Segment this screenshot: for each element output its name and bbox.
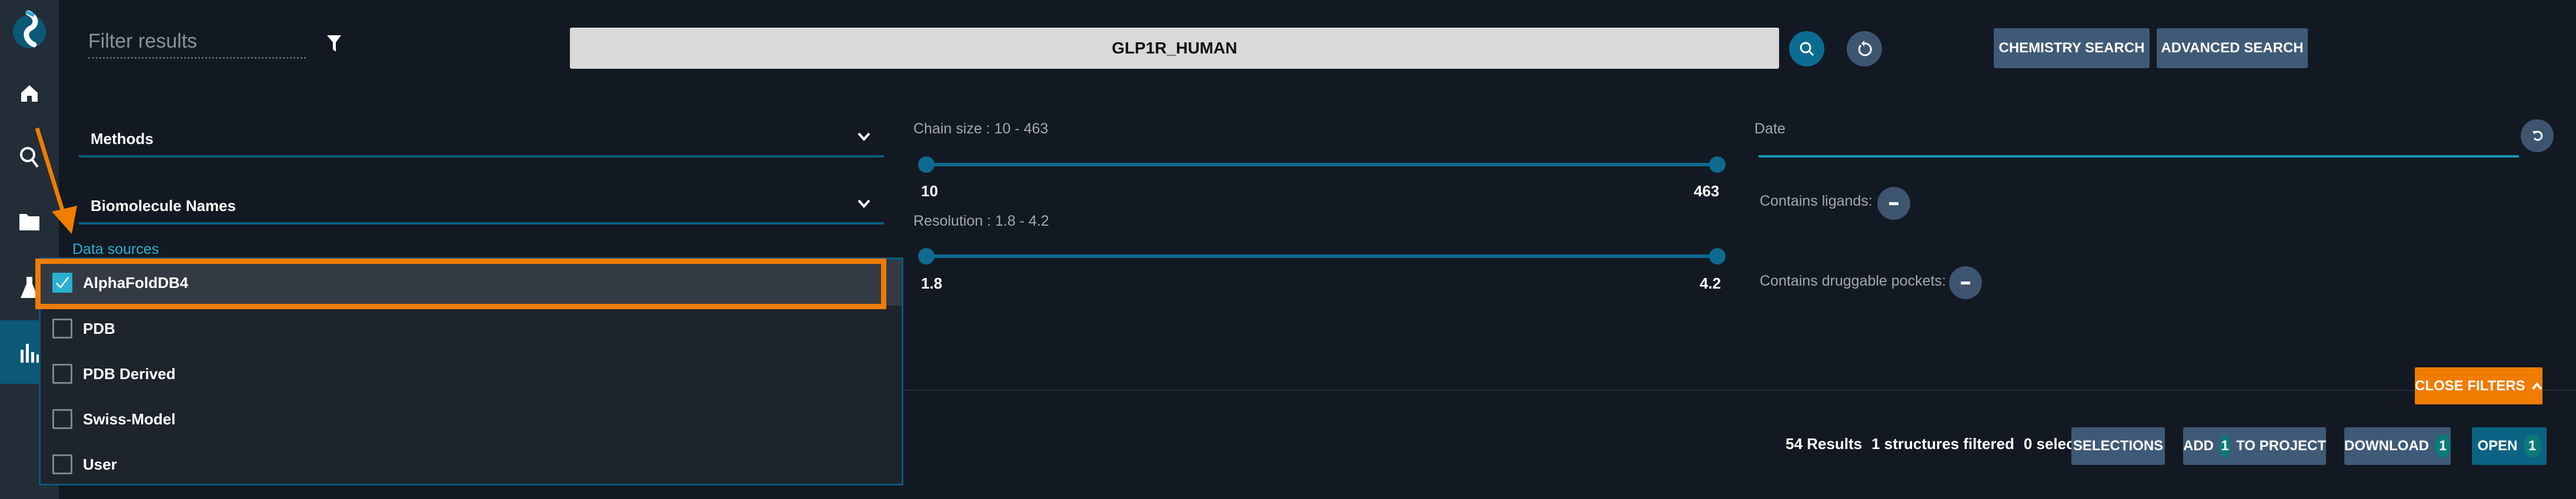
annotation-arrow-icon xyxy=(35,127,77,234)
minus-icon xyxy=(1961,281,1970,284)
data-source-option-swiss-model[interactable]: Swiss-Model xyxy=(41,396,902,442)
close-filters-label: CLOSE FILTERS xyxy=(2415,377,2525,394)
chevron-up-icon xyxy=(2531,381,2542,390)
checkbox[interactable] xyxy=(52,319,72,339)
close-filters-button[interactable]: CLOSE FILTERS xyxy=(2415,367,2542,404)
download-button[interactable]: DOWNLOAD 1 xyxy=(2344,427,2451,465)
filtered-count: 1 structures filtered xyxy=(1871,435,2014,453)
methods-select[interactable]: Methods xyxy=(79,122,884,158)
contains-pockets-label: Contains druggable pockets: xyxy=(1760,273,1946,289)
app-logo[interactable] xyxy=(11,8,48,51)
resolution-max-handle[interactable] xyxy=(1709,248,1726,264)
open-button[interactable]: OPEN 1 xyxy=(2472,427,2547,465)
resolution-max: 4.2 xyxy=(1700,274,1721,292)
option-label: PDB xyxy=(83,319,115,337)
chain-size-slider[interactable] xyxy=(918,156,1726,173)
checkbox[interactable] xyxy=(52,454,72,474)
resolution-label: Resolution : 1.8 - 4.2 xyxy=(913,213,1049,229)
resolution-slider[interactable] xyxy=(918,248,1726,264)
divider xyxy=(903,390,2576,391)
resolution-min-handle[interactable] xyxy=(918,248,935,264)
chemistry-search-button[interactable]: CHEMISTRY SEARCH xyxy=(1994,28,2150,68)
chain-size-min-handle[interactable] xyxy=(918,156,935,173)
resolution-min: 1.8 xyxy=(921,274,943,292)
contains-pockets-toggle[interactable] xyxy=(1949,266,1982,299)
data-source-option-user[interactable]: User xyxy=(41,441,902,487)
data-source-option-pdb-derived[interactable]: PDB Derived xyxy=(41,351,902,397)
home-icon xyxy=(21,85,38,102)
add-to-project-button[interactable]: ADD 1 TO PROJECT xyxy=(2183,427,2326,465)
open-count-badge: 1 xyxy=(2523,434,2541,458)
contains-ligands-toggle[interactable] xyxy=(1877,187,1910,220)
chain-size-label: Chain size : 10 - 463 xyxy=(913,120,1049,137)
add-label: ADD xyxy=(2183,438,2214,454)
selections-button[interactable]: SELECTIONS xyxy=(2071,427,2165,465)
chain-size-min: 10 xyxy=(921,182,938,200)
download-count-badge: 1 xyxy=(2434,434,2451,458)
date-input-underline[interactable] xyxy=(1759,155,2519,158)
date-label: Date xyxy=(1754,120,1786,137)
data-source-option-pdb[interactable]: PDB xyxy=(41,306,902,351)
checkbox[interactable] xyxy=(52,364,72,384)
reset-icon xyxy=(2532,130,2543,141)
search-icon xyxy=(1800,42,1814,56)
advanced-search-button[interactable]: ADVANCED SEARCH xyxy=(2157,28,2308,68)
results-summary: 54 Results 1 structures filtered 0 selec… xyxy=(1786,435,2098,453)
highlight-box xyxy=(35,259,886,309)
download-label: DOWNLOAD xyxy=(2344,438,2429,454)
chevron-down-icon xyxy=(857,199,870,208)
checkbox[interactable] xyxy=(52,409,72,429)
biomolecule-names-select[interactable]: Biomolecule Names xyxy=(79,189,884,225)
search-input[interactable]: GLP1R_HUMAN xyxy=(570,28,1779,69)
chain-size-max-handle[interactable] xyxy=(1709,156,1726,173)
option-label: Swiss-Model xyxy=(83,410,176,428)
bar-chart-icon xyxy=(21,344,39,363)
minus-icon xyxy=(1889,202,1898,205)
reset-search-button[interactable] xyxy=(1847,31,1882,66)
open-label: OPEN xyxy=(2477,438,2518,454)
biomolecule-names-label: Biomolecule Names xyxy=(91,196,236,215)
chain-size-max: 463 xyxy=(1694,182,1720,200)
methods-label: Methods xyxy=(91,129,154,148)
to-project-label: TO PROJECT xyxy=(2236,438,2326,454)
sidebar-item-home[interactable] xyxy=(0,73,59,114)
search-button[interactable] xyxy=(1789,31,1824,66)
option-label: PDB Derived xyxy=(83,364,176,383)
chevron-down-icon xyxy=(857,132,870,141)
filter-results-input[interactable] xyxy=(88,26,306,59)
data-sources-label: Data sources xyxy=(72,241,159,257)
results-count: 54 Results xyxy=(1786,435,1863,453)
add-count-badge: 1 xyxy=(2220,434,2231,458)
option-label: User xyxy=(83,455,117,473)
date-reset-button[interactable] xyxy=(2521,119,2554,152)
filter-icon[interactable] xyxy=(326,34,342,56)
contains-ligands-label: Contains ligands: xyxy=(1760,193,1873,209)
reset-icon xyxy=(1858,41,1872,56)
